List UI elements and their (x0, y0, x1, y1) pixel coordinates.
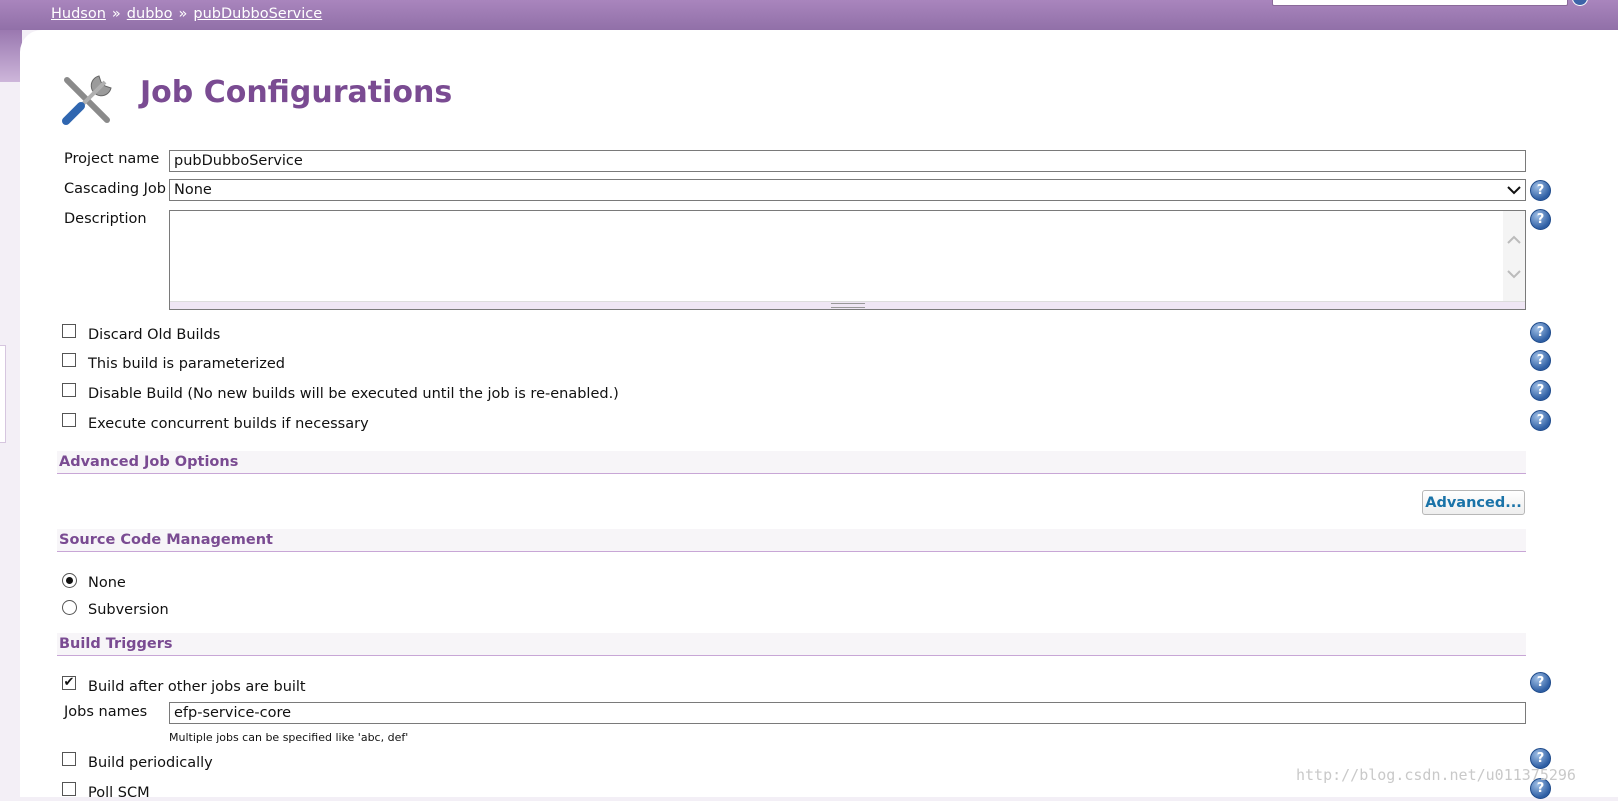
build-after-other-label: Build after other jobs are built (88, 679, 306, 695)
chevron-down-icon (1507, 186, 1521, 195)
advanced-button[interactable]: Advanced... (1422, 490, 1525, 515)
section-title: Advanced Job Options (59, 454, 239, 470)
section-build-triggers: Build Triggers (57, 633, 1526, 656)
parameterized-checkbox[interactable] (62, 353, 76, 367)
poll-scm-checkbox[interactable] (62, 782, 76, 796)
search-input[interactable] (1272, 0, 1568, 6)
scm-subversion-label: Subversion (88, 602, 169, 618)
breadcrumb-link-hudson[interactable]: Hudson (51, 6, 106, 22)
section-source-code-management: Source Code Management (57, 529, 1526, 552)
page-title: Job Configurations (140, 75, 453, 110)
grip-lines-icon (830, 303, 865, 308)
help-icon-discard[interactable]: ? (1530, 322, 1551, 343)
project-name-value: pubDubboService (174, 153, 303, 169)
help-icon-parameterized[interactable]: ? (1530, 350, 1551, 371)
watermark: http://blog.csdn.net/u011375296 (1296, 766, 1576, 784)
concurrent-builds-checkbox[interactable] (62, 413, 76, 427)
help-icon-disable[interactable]: ? (1530, 380, 1551, 401)
breadcrumb: Hudson » dubbo » pubDubboService (51, 6, 322, 22)
section-advanced-job-options: Advanced Job Options (57, 451, 1526, 474)
parameterized-label: This build is parameterized (88, 356, 286, 372)
discard-old-builds-checkbox[interactable] (62, 324, 76, 338)
scm-none-radio[interactable] (62, 573, 77, 588)
help-icon-build-after[interactable]: ? (1530, 672, 1551, 693)
cascading-job-value: None (174, 182, 212, 198)
section-title: Build Triggers (59, 636, 173, 652)
help-icon-concurrent[interactable]: ? (1530, 410, 1551, 431)
help-icon-description[interactable]: ? (1530, 209, 1551, 230)
scm-none-label: None (88, 575, 126, 591)
cascading-job-select[interactable]: None (169, 179, 1526, 201)
disable-build-label: Disable Build (No new builds will be exe… (88, 386, 619, 402)
breadcrumb-separator: » (111, 6, 121, 22)
textarea-scrollbar[interactable] (1503, 211, 1525, 303)
build-periodically-checkbox[interactable] (62, 752, 76, 766)
scroll-arrows-icon (1507, 235, 1521, 279)
jobs-names-field[interactable]: efp-service-core (169, 702, 1526, 724)
jobs-names-label: Jobs names (64, 704, 148, 720)
build-periodically-label: Build periodically (88, 755, 213, 771)
scm-subversion-radio[interactable] (62, 600, 77, 615)
project-name-field[interactable]: pubDubboService (169, 150, 1526, 172)
resize-grip[interactable] (170, 301, 1525, 309)
breadcrumb-link-dubbo[interactable]: dubbo (127, 6, 173, 22)
project-name-label: Project name (64, 151, 160, 167)
header-curve (0, 30, 22, 82)
cascading-job-label: Cascading Job (64, 181, 167, 197)
concurrent-builds-label: Execute concurrent builds if necessary (88, 416, 369, 432)
side-panel-tab[interactable] (0, 345, 6, 443)
disable-build-checkbox[interactable] (62, 383, 76, 397)
build-after-other-checkbox[interactable]: ✔ (62, 676, 76, 690)
breadcrumb-separator: » (178, 6, 188, 22)
help-icon-cascading[interactable]: ? (1530, 180, 1551, 201)
section-title: Source Code Management (59, 532, 273, 548)
jobs-names-value: efp-service-core (174, 705, 292, 721)
poll-scm-label: Poll SCM (88, 785, 150, 801)
description-textarea[interactable] (169, 210, 1526, 310)
breadcrumb-link-job[interactable]: pubDubboService (193, 6, 322, 22)
tools-icon (62, 75, 112, 125)
discard-old-builds-label: Discard Old Builds (88, 327, 221, 343)
jobs-names-hint: Multiple jobs can be specified like 'abc… (169, 731, 409, 744)
description-label: Description (64, 211, 147, 227)
